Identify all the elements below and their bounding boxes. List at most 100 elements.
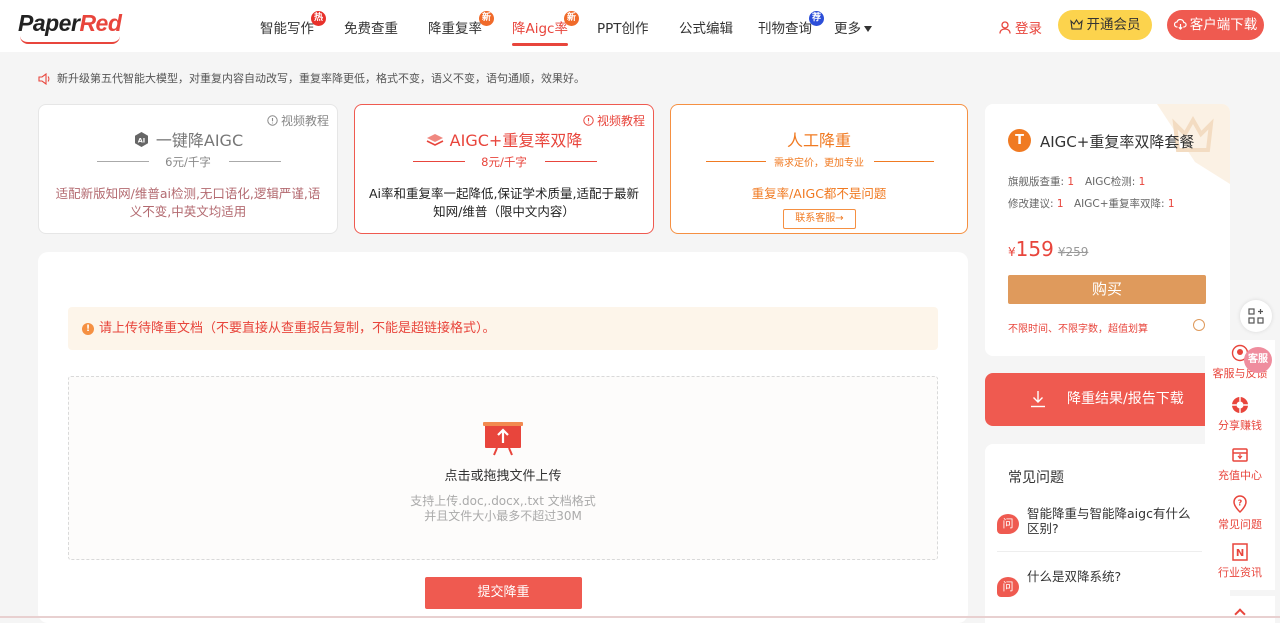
news-icon: N — [1232, 543, 1248, 561]
vip-label: 开通会员 — [1086, 17, 1141, 33]
paperred-logo[interactable]: PaperRed — [18, 10, 122, 44]
svg-text:N: N — [1236, 548, 1244, 559]
package-icon: T — [1008, 129, 1031, 152]
card-price: 6元/千字 — [165, 155, 211, 169]
report-download-button[interactable]: 降重结果/报告下载 — [985, 373, 1230, 426]
login-link[interactable]: 登录 — [999, 17, 1042, 37]
package-title: AIGC+重复率双降套餐 — [1040, 133, 1195, 151]
cloud-download-icon — [1173, 18, 1187, 30]
question-icon: 问 — [997, 577, 1019, 597]
card-manual-reduce[interactable]: 人工降重 需求定价，更加专业 重复率/AIGC都不是问题 联系客服→ — [670, 104, 968, 234]
nav-more[interactable]: 更多 — [834, 17, 872, 37]
speaker-icon — [38, 73, 50, 85]
upload-panel: ! 请上传待降重文档（不要直接从查重报告复制，不能是超链接格式）。 点击或拖拽文件… — [38, 252, 968, 623]
feature-label: AIGC检测: — [1085, 176, 1139, 188]
card-title: AIGC+重复率双降 — [355, 127, 653, 151]
card-title-text: 一键降AIGC — [155, 131, 244, 150]
card-title: 人工降重 — [786, 131, 851, 150]
top-nav-bar: PaperRed 智能写作 热 免费查重 降重复率 新 降Aigc率 新 PPT… — [0, 0, 1280, 52]
rail-industry-news[interactable]: N 行业资讯 — [1205, 543, 1275, 580]
card-description: 适配新版知网/维普ai检测,无口语化,逻辑严谨,语义不变,中英文均适用 — [55, 186, 321, 219]
download-icon — [1031, 391, 1045, 408]
feature-label: 旗舰版查重: — [1008, 176, 1068, 188]
card-one-click-aigc[interactable]: 视频教程 AI 一键降AIGC 6元/千字 适配新版知网/维普ai检测,无口语化,… — [38, 104, 338, 234]
faq-title: 常见问题 — [1008, 470, 1064, 486]
info-icon — [583, 115, 594, 126]
nav-free-check[interactable]: 免费查重 — [344, 17, 398, 37]
package-price: ¥159 ¥259 — [1008, 237, 1088, 261]
logo-part2: Red — [79, 10, 122, 36]
video-label: 视频教程 — [280, 114, 329, 128]
card-price: 需求定价，更加专业 — [774, 158, 864, 169]
nav-reduce-repeat[interactable]: 降重复率 — [428, 17, 482, 37]
info-icon — [267, 115, 278, 126]
rail-recharge[interactable]: 充值中心 — [1205, 446, 1275, 483]
new-badge: 新 — [564, 11, 579, 26]
back-to-top-button[interactable] — [1205, 596, 1275, 623]
rail-label: 行业资讯 — [1218, 566, 1262, 579]
rail-share-earn[interactable]: 分享赚钱 — [1205, 396, 1275, 433]
rail-label: 分享赚钱 — [1218, 419, 1262, 432]
feature-value: 1 — [1056, 198, 1064, 210]
card-description: Ai率和重复率一起降低,保证学术质量,适配于最新知网/维普（限中文内容） — [369, 186, 639, 219]
wallet-icon — [1232, 448, 1248, 462]
report-download-label: 降重结果/报告下载 — [1067, 391, 1184, 407]
nav-journal[interactable]: 刊物查询 — [758, 17, 812, 37]
currency-symbol: ¥ — [1008, 245, 1016, 259]
nav-more-label: 更多 — [834, 21, 861, 37]
buy-button[interactable]: 购买 — [1008, 275, 1206, 304]
upload-size-hint: 并且文件大小最多不超过30M — [424, 509, 582, 523]
svg-text:?: ? — [1238, 499, 1243, 508]
feature-value: 1 — [1067, 176, 1075, 188]
nav-reduce-aigc[interactable]: 降Aigc率 — [512, 17, 568, 46]
upload-warning-text: 请上传待降重文档（不要直接从查重报告复制，不能是超链接格式）。 — [99, 321, 496, 336]
logo-part1: Paper — [18, 10, 80, 36]
contact-service-button[interactable]: 联系客服→ — [783, 209, 856, 229]
rail-faq[interactable]: ? 常见问题 — [1205, 495, 1275, 532]
package-note: 不限时间、不限字数，超值划算 — [1008, 324, 1148, 335]
side-rail: 客服 客服与反馈 分享赚钱 充值中心 ? 常见问题 N 行业资讯 — [1205, 340, 1275, 590]
video-label: 视频教程 — [596, 114, 645, 128]
client-label: 客户端下载 — [1189, 17, 1258, 33]
rail-label: 常见问题 — [1218, 518, 1262, 531]
question-pin-icon: ? — [1233, 495, 1247, 513]
nav-smart-writing[interactable]: 智能写作 — [260, 17, 314, 37]
nav-formula[interactable]: 公式编辑 — [679, 17, 733, 37]
question-icon: 问 — [997, 514, 1019, 534]
upload-warning: ! 请上传待降重文档（不要直接从查重报告复制，不能是超链接格式）。 — [68, 307, 938, 350]
package-feature: AIGC+重复率双降: 1 — [1074, 196, 1175, 211]
service-avatar: 客服 — [1244, 347, 1272, 373]
card-price: 8元/千字 — [481, 155, 527, 169]
submit-reduce-button[interactable]: 提交降重 — [425, 577, 582, 609]
login-label: 登录 — [1015, 21, 1042, 37]
card-description: 重复率/AIGC都不是问题 — [751, 186, 887, 201]
feature-label: 修改建议: — [1008, 198, 1057, 210]
faq-question: 什么是双降系统? — [1027, 569, 1122, 584]
client-download-button[interactable]: 客户端下载 — [1167, 10, 1264, 40]
card-dual-reduce[interactable]: 视频教程 AIGC+重复率双降 8元/千字 Ai率和重复率一起降低,保证学术质量… — [354, 104, 654, 234]
hot-badge: 热 — [311, 11, 326, 26]
upload-prompt: 点击或拖拽文件上传 — [444, 469, 562, 484]
original-price: ¥259 — [1057, 245, 1089, 259]
caret-down-icon — [864, 26, 872, 32]
vip-button[interactable]: 开通会员 — [1058, 10, 1152, 40]
svg-text:AI: AI — [138, 136, 145, 144]
feature-value: 1 — [1167, 198, 1175, 210]
qr-code-button[interactable] — [1240, 300, 1272, 332]
ai-hex-icon: AI — [134, 132, 148, 147]
feature-value: 1 — [1138, 176, 1146, 188]
current-price: 159 — [1015, 237, 1054, 261]
rail-customer-service[interactable]: 客服 客服与反馈 — [1205, 344, 1275, 381]
package-card: T AIGC+重复率双降套餐 旗舰版查重: 1 AIGC检测: 1 修改建议: … — [985, 104, 1230, 356]
crown-icon — [1069, 18, 1083, 30]
upload-board-icon — [483, 422, 523, 456]
new-badge: 新 — [479, 11, 494, 26]
check-circle-icon — [1193, 319, 1205, 331]
faq-question: 智能降重与智能降aigc有什么区别? — [1027, 506, 1191, 536]
card-title: AI 一键降AIGC — [39, 127, 337, 151]
file-dropzone[interactable]: 点击或拖拽文件上传 支持上传.doc,.docx,.txt 文档格式 并且文件大… — [68, 376, 938, 560]
logo-swoosh — [20, 36, 120, 44]
nav-ppt[interactable]: PPT创作 — [597, 17, 649, 37]
aperture-icon — [1232, 397, 1248, 413]
rail-label: 充值中心 — [1218, 469, 1262, 482]
